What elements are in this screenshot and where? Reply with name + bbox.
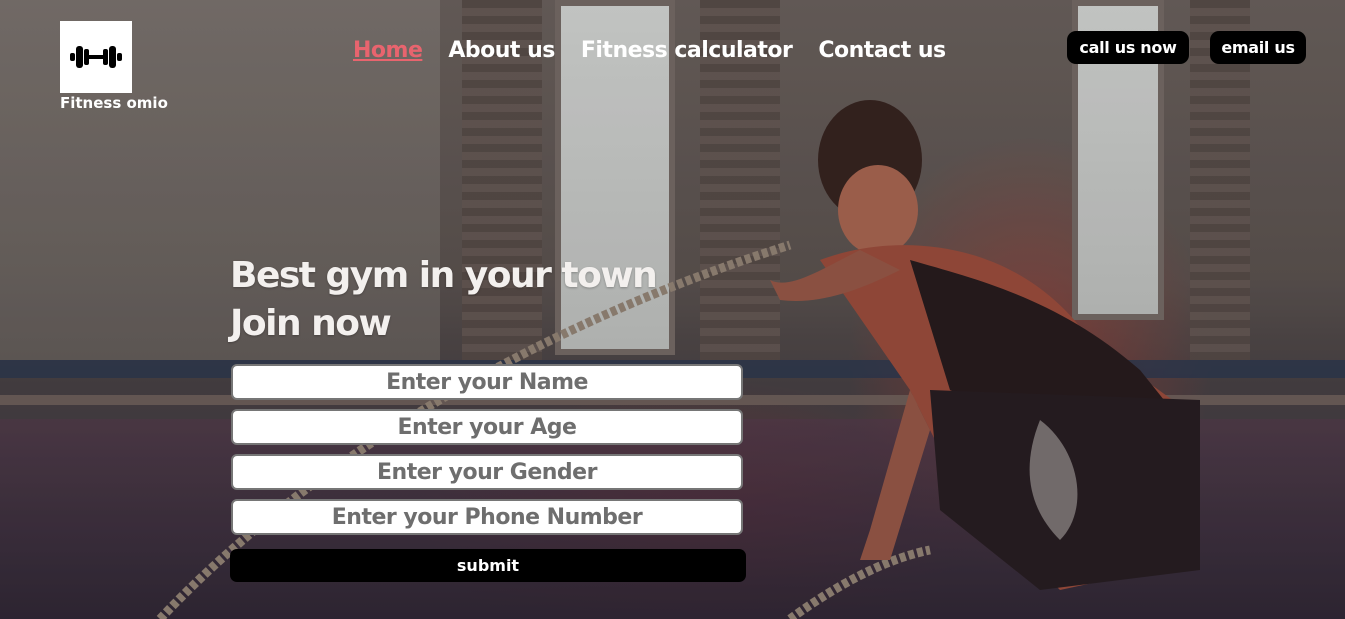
dumbbell-icon (70, 46, 122, 68)
nav-fitness-calculator-link[interactable]: Fitness calculator (581, 38, 793, 63)
hero-heading-line1: Best gym in your town (230, 255, 658, 296)
hero-heading: Best gym in your town Join now (230, 252, 658, 348)
gender-input[interactable] (231, 454, 743, 490)
phone-input[interactable] (231, 499, 743, 535)
brand-logo[interactable] (60, 21, 132, 93)
nav-contact-link[interactable]: Contact us (818, 38, 946, 63)
email-us-button[interactable]: email us (1210, 31, 1306, 64)
age-input[interactable] (231, 409, 743, 445)
name-input[interactable] (231, 364, 743, 400)
brand-name: Fitness omio (60, 94, 168, 112)
nav-home-link[interactable]: Home (353, 38, 423, 63)
main-nav: Home About us Fitness calculator Contact… (353, 38, 946, 63)
nav-about-link[interactable]: About us (448, 38, 555, 63)
submit-button[interactable]: submit (230, 549, 746, 582)
call-us-button[interactable]: call us now (1067, 31, 1189, 64)
hero-heading-line2: Join now (230, 303, 392, 344)
